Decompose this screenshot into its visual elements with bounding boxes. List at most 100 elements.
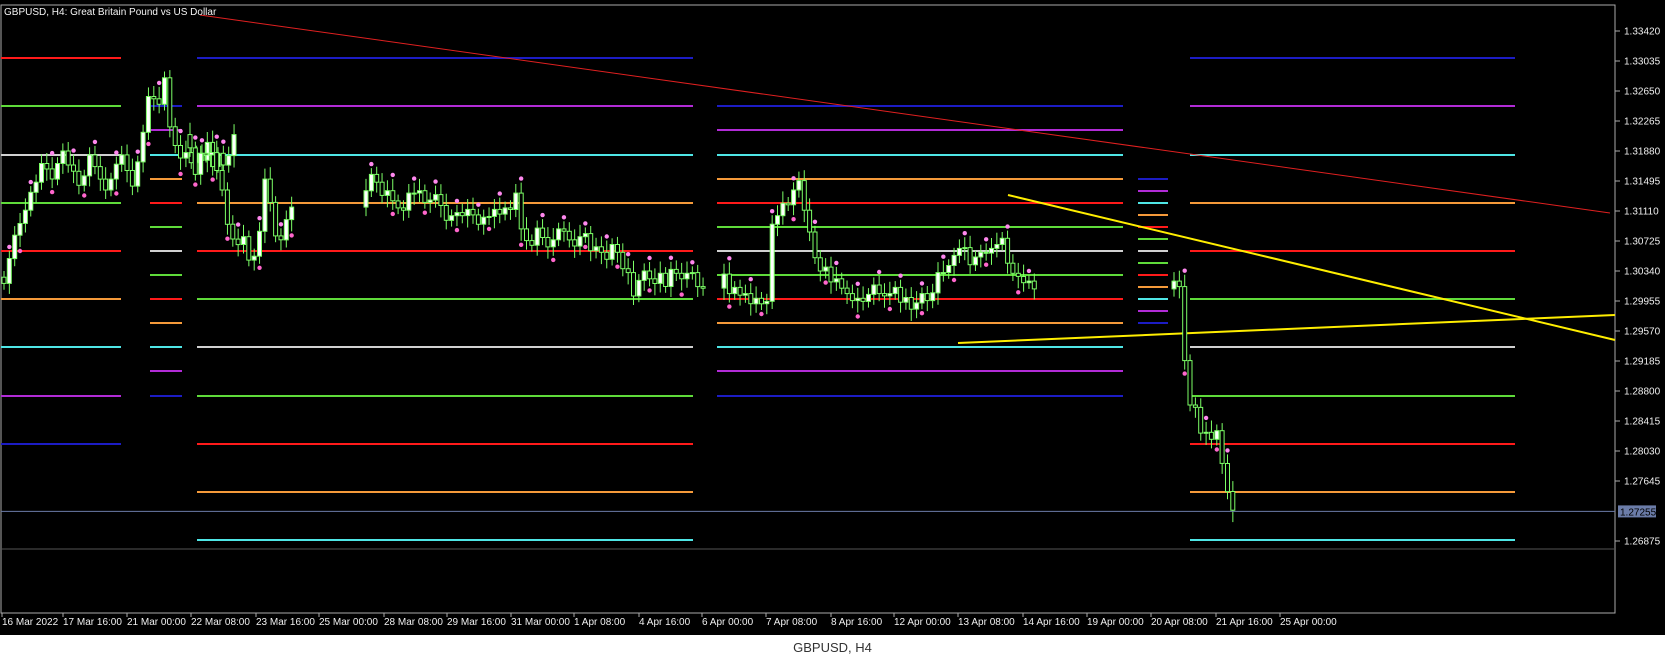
candle — [198, 152, 204, 175]
candle — [406, 192, 412, 211]
candle — [796, 180, 802, 191]
candle — [828, 266, 834, 283]
candle — [1171, 280, 1177, 290]
fractal-up-marker — [433, 179, 438, 184]
candle — [481, 216, 487, 225]
candle — [486, 216, 492, 218]
candle — [657, 272, 663, 284]
downtrend-line-red[interactable] — [199, 14, 1611, 214]
candle — [695, 272, 701, 288]
candle — [422, 190, 428, 203]
fractal-up-marker — [791, 176, 796, 181]
candle — [465, 208, 471, 217]
fractal-down-marker — [82, 193, 87, 198]
x-tick-label: 19 Apr 00:00 — [1087, 617, 1144, 628]
candle — [124, 154, 130, 171]
candle — [978, 251, 984, 258]
candle — [956, 247, 962, 256]
candle — [876, 284, 882, 295]
candle — [273, 201, 279, 237]
candle — [470, 208, 476, 216]
candle — [219, 170, 225, 191]
fractal-up-marker — [518, 176, 524, 181]
candle — [636, 279, 642, 297]
candle — [103, 178, 109, 191]
fractal-down-marker — [390, 211, 395, 217]
fractal-down-marker — [983, 262, 989, 267]
candle — [1015, 272, 1021, 277]
x-tick-label: 20 Apr 08:00 — [1151, 617, 1208, 628]
y-tick-label: 1.29955 — [1624, 297, 1661, 308]
candle — [844, 287, 850, 295]
fractal-down-marker — [679, 292, 684, 297]
fractal-up-marker — [625, 252, 631, 257]
candle — [1176, 280, 1182, 288]
y-tick-label: 1.27645 — [1624, 477, 1661, 488]
candle — [684, 272, 690, 280]
candle — [1187, 360, 1193, 406]
candle — [231, 134, 237, 157]
candle — [449, 215, 455, 221]
uptrend-line-yellow[interactable] — [957, 314, 1616, 344]
fractal-up-marker — [690, 260, 695, 265]
fractal-down-marker — [887, 306, 893, 312]
candle — [22, 209, 28, 224]
candle — [631, 272, 636, 297]
candle — [604, 251, 610, 260]
plot-border — [0, 4, 1616, 614]
x-tick-label: 17 Mar 16:00 — [63, 617, 122, 628]
y-tick-label: 1.28800 — [1624, 387, 1661, 398]
fractal-up-marker — [812, 219, 818, 224]
candle — [251, 255, 257, 261]
x-tick-label: 12 Apr 00:00 — [894, 617, 951, 628]
candle — [882, 293, 887, 297]
x-tick-label: 8 Apr 16:00 — [831, 617, 883, 628]
fractal-up-marker — [583, 221, 588, 226]
fractal-down-marker — [193, 182, 198, 187]
fractal-down-marker — [551, 257, 556, 263]
candle — [556, 228, 562, 241]
fractal-up-marker — [156, 80, 162, 86]
fractal-up-marker — [561, 215, 567, 220]
fractal-up-marker — [1005, 224, 1010, 229]
candle — [775, 215, 780, 225]
candle — [81, 175, 87, 186]
fractal-down-marker — [583, 244, 588, 250]
candle — [183, 152, 189, 159]
candle — [60, 150, 66, 164]
fractal-down-marker — [759, 311, 764, 317]
candle — [76, 170, 82, 186]
fractal-up-marker — [497, 191, 502, 196]
candle — [395, 200, 401, 209]
fractal-up-marker — [727, 256, 732, 261]
candle — [866, 293, 871, 302]
fractal-up-marker — [876, 269, 882, 275]
candle — [113, 163, 119, 180]
y-tick-label: 1.32650 — [1624, 87, 1661, 98]
x-tick-label: 31 Mar 00:00 — [511, 617, 570, 628]
candle — [871, 284, 877, 295]
fractal-up-marker — [114, 150, 119, 155]
candle — [513, 192, 519, 211]
y-tick-label: 1.28030 — [1624, 447, 1661, 458]
candle — [55, 163, 60, 180]
y-tick-label: 1.31880 — [1624, 147, 1661, 158]
candle — [145, 96, 151, 133]
fractal-down-marker — [146, 141, 151, 147]
fractal-up-marker — [898, 273, 903, 278]
x-tick-label: 14 Apr 16:00 — [1023, 617, 1080, 628]
fractal-up-marker — [178, 128, 183, 134]
fractal-down-marker — [855, 314, 860, 319]
candle — [156, 98, 162, 105]
candles — [1, 70, 1236, 523]
candle — [807, 209, 813, 233]
candle — [817, 257, 823, 272]
candle — [924, 293, 930, 302]
y-tick-label: 1.31110 — [1624, 207, 1659, 218]
candle — [1208, 431, 1214, 440]
candle — [502, 207, 508, 215]
y-tick-label: 1.33420 — [1624, 27, 1661, 38]
fractal-down-marker — [257, 265, 262, 270]
candle — [1010, 262, 1016, 274]
price-chart[interactable]: 1.33420 1.33035 1.32650 1.32265 1.31880 1.314… — [0, 0, 1665, 635]
